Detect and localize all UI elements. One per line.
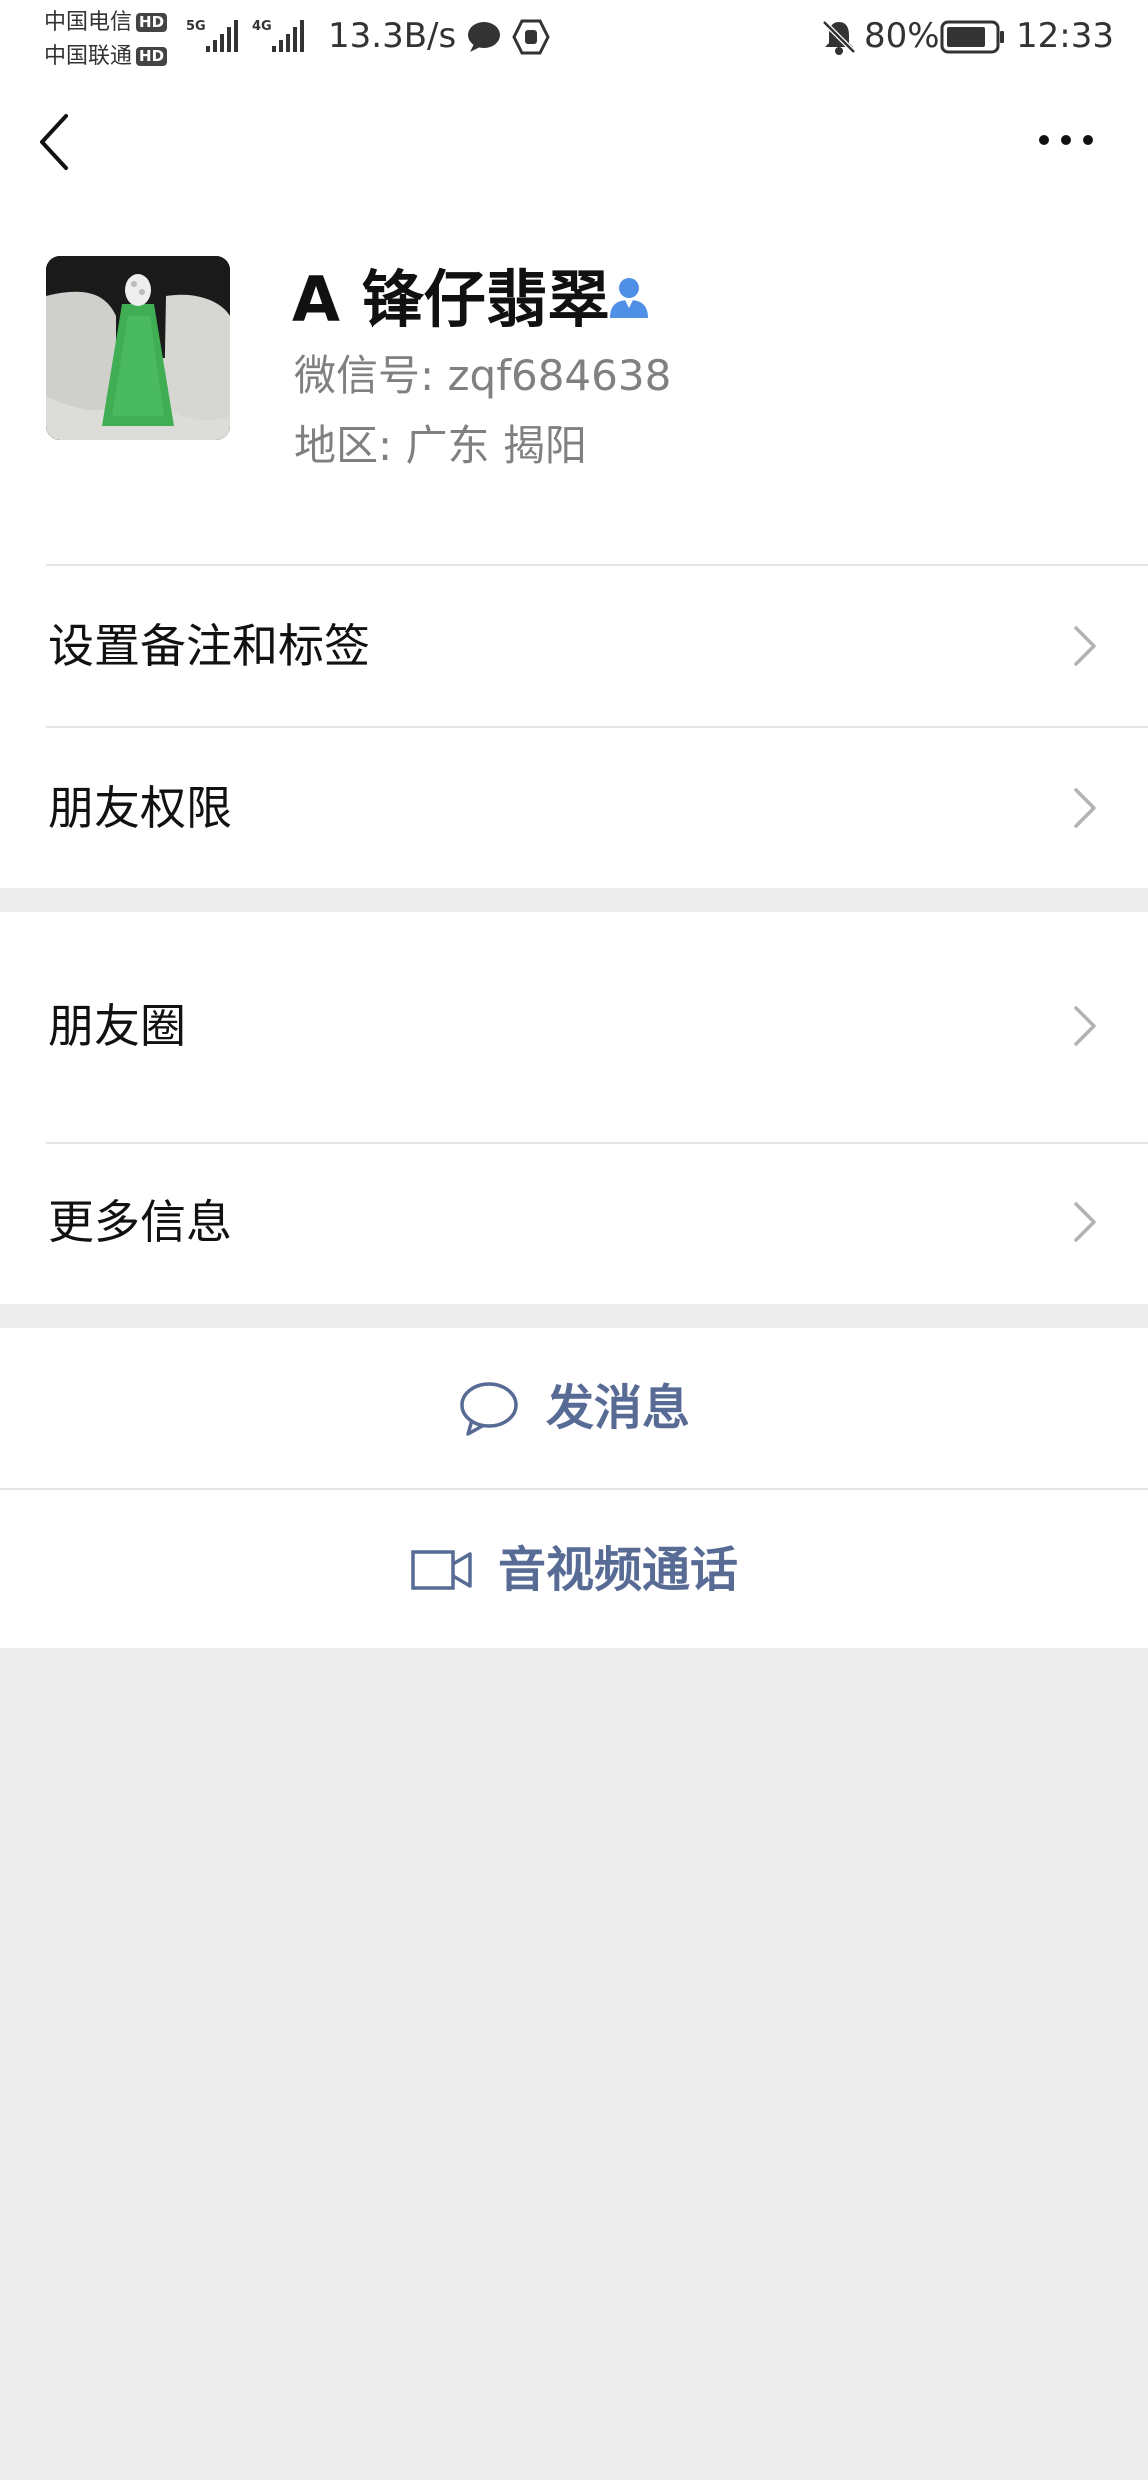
video-call-label: 音视频通话 [498, 1542, 739, 1598]
chat-notification-icon [468, 22, 500, 52]
carrier-2: 中国联通 HD [44, 38, 168, 70]
contact-name: A 锋仔翡翠 [292, 263, 610, 336]
signal-4g-icon: 4G [252, 19, 304, 52]
mute-bell-icon [822, 20, 856, 55]
menu-item-label: 朋友圈 [48, 999, 186, 1053]
menu-item-label: 朋友权限 [48, 781, 232, 835]
more-dots-icon[interactable] [1036, 128, 1096, 152]
chevron-right-icon [1074, 1202, 1096, 1242]
menu-item-moments[interactable]: 朋友圈 [0, 912, 1148, 1142]
menu-item-permissions[interactable]: 朋友权限 [0, 728, 1148, 888]
chevron-right-icon [1074, 788, 1096, 828]
menu-item-label: 设置备注和标签 [48, 619, 370, 673]
verified-user-icon [610, 278, 648, 318]
menu-item-more-info[interactable]: 更多信息 [0, 1144, 1148, 1304]
wechat-id: 微信号: zqf684638 [294, 351, 672, 400]
chevron-left-icon[interactable] [36, 112, 76, 172]
video-call-button[interactable]: 音视频通话 [0, 1490, 1148, 1650]
avatar[interactable] [46, 256, 230, 440]
video-camera-icon [411, 1550, 472, 1590]
signal-5g-icon: 5G [186, 19, 238, 52]
battery-percent: 80% [864, 16, 940, 56]
chevron-right-icon [1074, 626, 1096, 666]
menu-item-label: 更多信息 [48, 1195, 232, 1249]
menu-item-remark-tags[interactable]: 设置备注和标签 [0, 566, 1148, 726]
send-message-label: 发消息 [546, 1380, 691, 1436]
svg-text:4G: 4G [252, 19, 272, 34]
svg-text:5G: 5G [186, 19, 206, 34]
chat-bubble-icon [460, 1382, 518, 1436]
status-bar: 中国电信 HD 中国联通 HD 5G 4G 13.3B/s 80% 12:33 [0, 0, 1148, 78]
clock: 12:33 [1016, 16, 1114, 56]
send-message-button[interactable]: 发消息 [0, 1328, 1148, 1488]
network-speed: 13.3B/s [328, 16, 457, 56]
battery-icon [940, 20, 1004, 54]
chevron-right-icon [1074, 1006, 1096, 1046]
shield-app-icon [512, 19, 550, 55]
region: 地区: 广东 揭阳 [294, 421, 587, 470]
carrier-1: 中国电信 HD [44, 4, 168, 36]
